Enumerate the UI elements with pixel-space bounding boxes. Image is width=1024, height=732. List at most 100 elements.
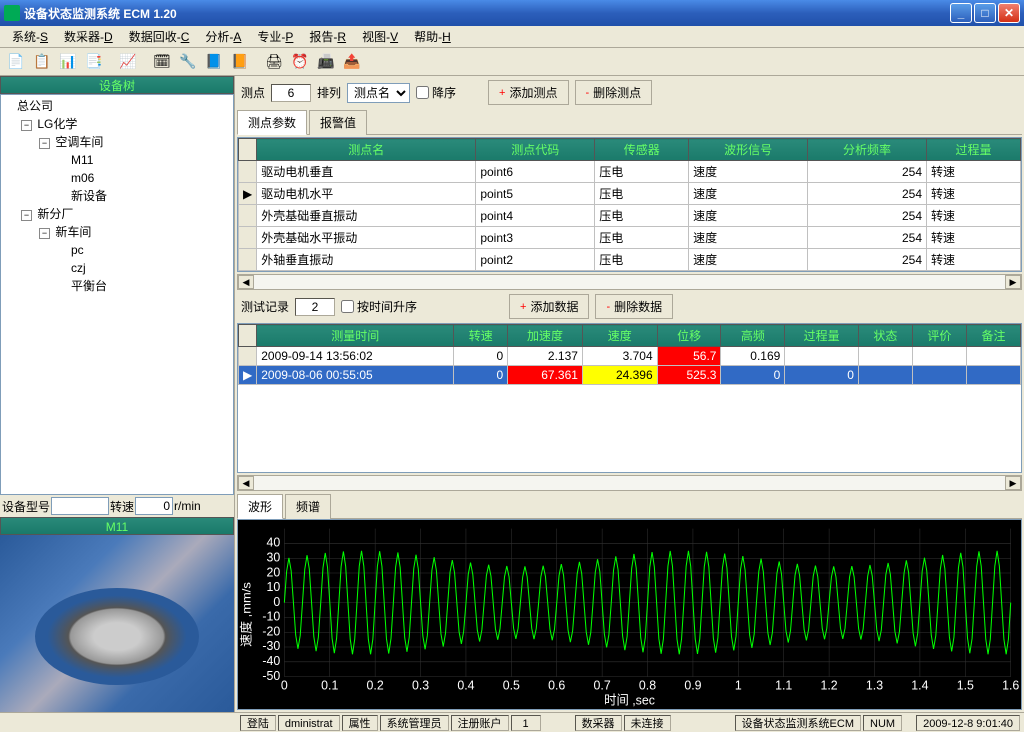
table-row[interactable]: ▶2009-08-06 00:55:05067.36124.396525.300 [239, 366, 1021, 385]
model-input[interactable] [51, 497, 109, 515]
svg-text:20: 20 [266, 565, 280, 579]
svg-text:1.6: 1.6 [1002, 678, 1019, 692]
tree-node[interactable]: czj [3, 259, 231, 277]
record-label: 测试记录 [241, 298, 289, 315]
point-grid[interactable]: 测点名测点代码传感器波形信号分析频率过程量驱动电机垂直point6压电速度254… [238, 138, 1021, 272]
device-image [0, 535, 234, 712]
scroll-left-icon[interactable]: ◀ [238, 275, 254, 289]
svg-text:-30: -30 [262, 639, 280, 653]
plus-icon: + [499, 87, 505, 99]
svg-text:时间 ,sec: 时间 ,sec [604, 693, 655, 707]
tree-node[interactable]: − 新车间 [3, 223, 231, 241]
table-row[interactable]: 外轴水平振动point1压电速度254转速 [239, 271, 1021, 273]
table-row[interactable]: 外壳基础垂直振动point4压电速度254转速 [239, 205, 1021, 227]
svg-text:速度 ,mm/s: 速度 ,mm/s [239, 582, 254, 647]
svg-text:0.7: 0.7 [594, 678, 611, 692]
tree-node[interactable]: − LG化学 [3, 115, 231, 133]
device-tree[interactable]: 总公司− LG化学− 空调车间M11m06新设备− 新分厂− 新车间pcczj平… [0, 94, 234, 495]
table-row[interactable]: 驱动电机垂直point6压电速度254转速 [239, 161, 1021, 183]
delete-data-button[interactable]: -删除数据 [595, 294, 673, 319]
tool-btn-5[interactable]: 📈 [116, 50, 140, 74]
menu-item[interactable]: 分析-A [197, 26, 249, 47]
tool-btn-3[interactable]: 📊 [56, 50, 80, 74]
menu-item[interactable]: 帮助-H [406, 26, 459, 47]
tree-toggle-icon[interactable]: − [21, 120, 32, 131]
tree-node[interactable]: pc [3, 241, 231, 259]
svg-text:0: 0 [273, 595, 280, 609]
scroll-left-icon[interactable]: ◀ [238, 476, 254, 490]
sort-select[interactable]: 测点名 [347, 83, 410, 103]
svg-text:1.4: 1.4 [911, 678, 928, 692]
tree-toggle-icon[interactable]: − [21, 210, 32, 221]
svg-text:1.1: 1.1 [775, 678, 792, 692]
table-row[interactable]: 外壳基础水平振动point3压电速度254转速 [239, 227, 1021, 249]
tool-btn-8[interactable]: 📘 [202, 50, 226, 74]
table-row[interactable]: 2009-09-14 13:56:0202.1373.70456.70.169 [239, 347, 1021, 366]
tree-node[interactable]: M11 [3, 151, 231, 169]
tab-alarm-values[interactable]: 报警值 [309, 110, 367, 135]
svg-text:0.4: 0.4 [457, 678, 474, 692]
svg-text:0.2: 0.2 [367, 678, 384, 692]
desc-checkbox[interactable] [416, 86, 429, 99]
table-row[interactable]: 外轴垂直振动point2压电速度254转速 [239, 249, 1021, 271]
status-num: NUM [863, 715, 902, 731]
tool-btn-7[interactable]: 🔧 [176, 50, 200, 74]
tree-node[interactable]: 新设备 [3, 187, 231, 205]
menu-item[interactable]: 视图-V [354, 26, 406, 47]
tab-point-params[interactable]: 测点参数 [237, 110, 307, 135]
status-attr-label: 属性 [342, 715, 378, 731]
tree-node[interactable]: m06 [3, 169, 231, 187]
tool-btn-6[interactable]: 🗓 [150, 50, 174, 74]
tool-btn-10[interactable]: 🖨 [262, 50, 286, 74]
minimize-button[interactable]: _ [950, 3, 972, 23]
speed-input[interactable] [135, 497, 173, 515]
status-attr-value: 系统管理员 [380, 715, 449, 731]
add-data-button[interactable]: +添加数据 [509, 294, 589, 319]
tool-btn-12[interactable]: 📠 [314, 50, 338, 74]
menu-item[interactable]: 专业-P [249, 26, 301, 47]
menu-item[interactable]: 系统-S [4, 26, 56, 47]
scroll-right-icon[interactable]: ▶ [1005, 275, 1021, 289]
asc-checkbox[interactable] [341, 300, 354, 313]
statusbar: 登陆 dministrat 属性 系统管理员 注册账户 1 数采器 未连接 设备… [0, 712, 1024, 732]
tab-waveform[interactable]: 波形 [237, 494, 283, 519]
tool-btn-1[interactable]: 📄 [4, 50, 28, 74]
menu-item[interactable]: 数采器-D [56, 26, 121, 47]
tree-toggle-icon[interactable]: − [39, 138, 50, 149]
svg-text:1: 1 [735, 678, 742, 692]
svg-text:-50: -50 [262, 669, 280, 683]
svg-text:40: 40 [266, 535, 280, 549]
status-datetime: 2009-12-8 9:01:40 [916, 715, 1020, 731]
tool-btn-4[interactable]: 📑 [82, 50, 106, 74]
svg-text:30: 30 [266, 550, 280, 564]
waveform-chart: -50-40-30-20-1001020304000.10.20.30.40.5… [237, 519, 1022, 710]
svg-text:-20: -20 [262, 624, 280, 638]
svg-text:1.5: 1.5 [957, 678, 974, 692]
tree-node[interactable]: 平衡台 [3, 277, 231, 295]
tree-toggle-icon[interactable]: − [39, 228, 50, 239]
maximize-button[interactable]: □ [974, 3, 996, 23]
minus-icon: - [586, 87, 590, 99]
tab-spectrum[interactable]: 频谱 [285, 494, 331, 519]
test-grid[interactable]: 测量时间转速加速度速度位移高频过程量状态评价备注2009-09-14 13:56… [238, 324, 1021, 385]
delete-point-button[interactable]: -删除测点 [575, 80, 653, 105]
tool-btn-9[interactable]: 📙 [228, 50, 252, 74]
point-grid-scrollbar[interactable]: ◀ ▶ [237, 274, 1022, 290]
record-count: 2 [295, 298, 335, 316]
tree-node[interactable]: 总公司 [3, 97, 231, 115]
close-button[interactable]: ✕ [998, 3, 1020, 23]
tree-node[interactable]: − 空调车间 [3, 133, 231, 151]
speed-unit: r/min [174, 499, 201, 513]
tree-node[interactable]: − 新分厂 [3, 205, 231, 223]
table-row[interactable]: ▶驱动电机水平point5压电速度254转速 [239, 183, 1021, 205]
tool-btn-2[interactable]: 📋 [30, 50, 54, 74]
scroll-right-icon[interactable]: ▶ [1005, 476, 1021, 490]
svg-text:0.5: 0.5 [503, 678, 520, 692]
add-point-button[interactable]: +添加测点 [488, 80, 568, 105]
test-grid-scrollbar[interactable]: ◀ ▶ [237, 475, 1022, 491]
svg-text:0.3: 0.3 [412, 678, 429, 692]
tool-btn-13[interactable]: 📤 [340, 50, 364, 74]
menu-item[interactable]: 数据回收-C [121, 26, 198, 47]
menu-item[interactable]: 报告-R [301, 26, 354, 47]
tool-btn-11[interactable]: ⏰ [288, 50, 312, 74]
